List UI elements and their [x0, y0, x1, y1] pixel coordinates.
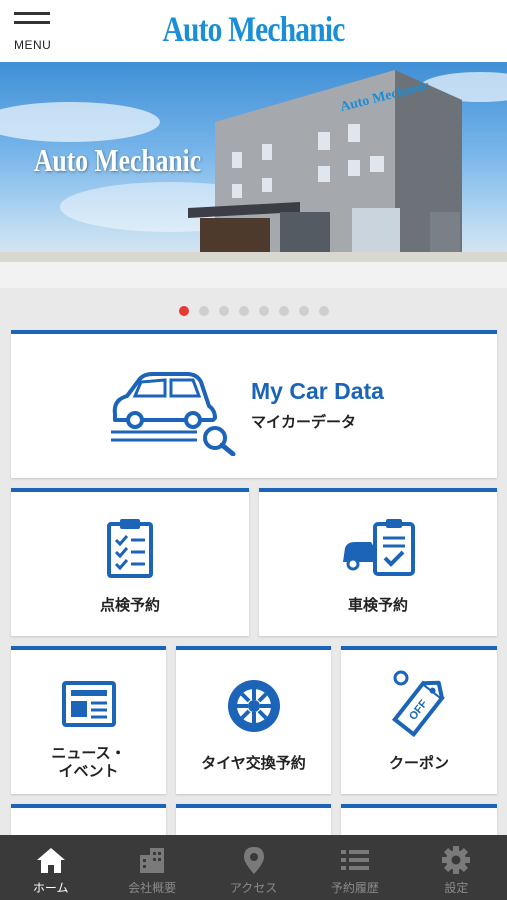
- tab-settings-label: 設定: [444, 881, 469, 895]
- news-events-label-line2: イベント: [58, 763, 119, 780]
- carousel-dot[interactable]: [178, 306, 189, 316]
- my-car-data-title: My Car Data: [251, 378, 384, 404]
- list-icon: [340, 850, 369, 870]
- tab-home-label: ホーム: [32, 881, 69, 895]
- gear-icon: [442, 846, 471, 874]
- tab-history-label: 予約履歴: [330, 881, 379, 895]
- hero-shadow: [0, 262, 507, 288]
- map-pin-icon: [243, 847, 264, 874]
- tab-settings[interactable]: 設定: [406, 835, 507, 900]
- carousel-dot[interactable]: [258, 306, 269, 316]
- hero-logo: Auto Mechanic: [34, 142, 202, 178]
- app-header: MENU Auto Mechanic: [0, 0, 507, 62]
- carousel-dot[interactable]: [318, 306, 329, 316]
- bottom-tab-bar: ホーム 会社概要 アクセス 予約履歴 設定: [0, 835, 507, 900]
- tab-company-label: 会社概要: [128, 881, 177, 895]
- car-search-icon: [111, 372, 236, 456]
- tab-home[interactable]: ホーム: [0, 835, 101, 900]
- clipboard-check-icon: [107, 519, 153, 578]
- inspection-reservation-card[interactable]: 点検予約: [11, 488, 249, 636]
- carousel-dot[interactable]: [218, 306, 229, 316]
- coupon-card[interactable]: OFF クーポン: [341, 646, 497, 794]
- carousel-dot[interactable]: [278, 306, 289, 316]
- news-events-card[interactable]: ニュース・ イベント: [11, 646, 166, 794]
- hero-banner[interactable]: Auto Mechanic Auto Mechanic: [0, 62, 507, 262]
- inspection-reservation-label: 点検予約: [99, 597, 160, 614]
- carousel-dot[interactable]: [298, 306, 309, 316]
- shaken-reservation-card[interactable]: 車検予約: [259, 488, 497, 636]
- app-logo: Auto Mechanic: [162, 9, 345, 49]
- tab-history[interactable]: 予約履歴: [304, 835, 405, 900]
- building-icon: [140, 848, 165, 873]
- tire-icon: [228, 680, 280, 732]
- my-car-data-card[interactable]: My Car Data マイカーデータ: [11, 330, 497, 478]
- newspaper-icon: [62, 681, 116, 727]
- carousel-dot[interactable]: [198, 306, 209, 316]
- shaken-reservation-label: 車検予約: [347, 597, 408, 614]
- my-car-data-subtitle: マイカーデータ: [251, 414, 357, 431]
- news-events-label-line1: ニュース・: [51, 745, 126, 762]
- home-icon: [36, 848, 65, 873]
- coupon-tag-icon: OFF: [391, 670, 445, 738]
- coupon-label: クーポン: [388, 755, 449, 772]
- carousel-dot[interactable]: [238, 306, 249, 316]
- tire-change-label: タイヤ交換予約: [201, 755, 306, 772]
- tab-company[interactable]: 会社概要: [101, 835, 202, 900]
- car-clipboard-icon: [343, 519, 415, 576]
- tab-access[interactable]: アクセス: [203, 835, 304, 900]
- tab-access-label: アクセス: [229, 881, 278, 895]
- carousel-indicator: [0, 303, 507, 316]
- tire-change-card[interactable]: タイヤ交換予約: [176, 646, 331, 794]
